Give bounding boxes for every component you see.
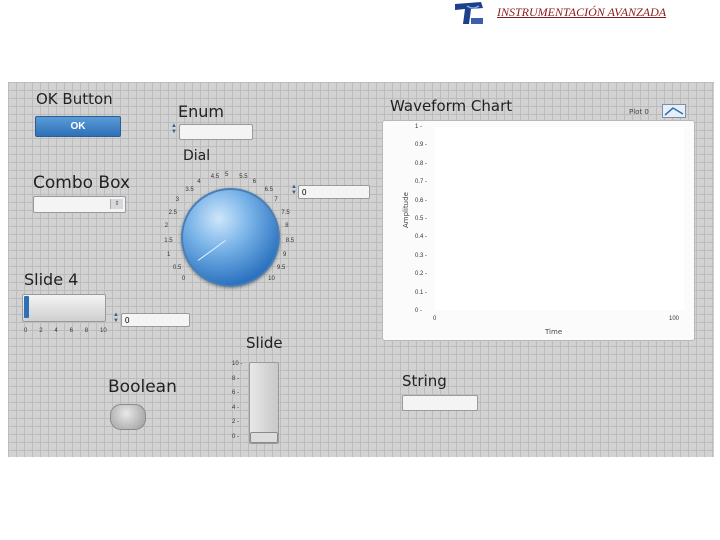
y-tick-label: 0.9 - [415, 142, 428, 149]
y-tick-label: 1 - [415, 124, 423, 130]
slide-tick-label: 6 - [232, 390, 240, 397]
enum-spinner[interactable]: ▲ ▼ [170, 123, 178, 135]
dial-tick-label: 4 [197, 178, 201, 185]
string-label: String [402, 372, 447, 390]
ok-button[interactable]: OK [35, 116, 121, 137]
dial-tick-label: 2.5 [168, 209, 177, 216]
slide-thumb[interactable] [250, 432, 278, 443]
dial-tick-label: 5 [225, 172, 229, 178]
boolean-toggle[interactable] [110, 404, 146, 430]
dial-tick-label: 9 [283, 251, 287, 258]
chart-label: Waveform Chart [390, 97, 513, 115]
boolean-label: Boolean [108, 377, 177, 397]
y-tick-label: 0.8 - [415, 160, 428, 167]
plot-legend-icon[interactable] [662, 104, 686, 118]
y-tick-label: 0.4 - [415, 234, 428, 241]
slide4-track[interactable] [22, 294, 106, 322]
dial-tick-label: 10 [268, 276, 275, 283]
slide4-tick-label: 6 [69, 328, 73, 334]
y-tick-label: 0.5 - [415, 216, 428, 222]
slide-tick-label: 4 - [232, 404, 240, 411]
dial-tick-label: 2 [164, 223, 169, 230]
combo-box-arrow-icon[interactable]: ⇕ [110, 199, 123, 209]
dial-tick-label: 8.5 [285, 237, 295, 244]
dial-tick-label: 3 [175, 197, 179, 204]
y-tick-label: 0.2 - [415, 271, 428, 278]
slide4-tick-label: 0 [24, 328, 28, 334]
dial-tick-label: 9.5 [277, 264, 286, 271]
combo-box-field[interactable]: ⇕ [33, 196, 126, 213]
slide4-tick-label: 2 [39, 328, 43, 334]
dial-tick-label: 3.5 [185, 186, 194, 193]
dial-tick-label: 7 [274, 197, 278, 204]
y-tick-label: 0.3 - [415, 252, 428, 259]
y-tick-label: 0.6 - [415, 197, 428, 204]
dial-tick-label: 1.5 [164, 237, 173, 244]
legend-label: Plot 0 [629, 108, 649, 116]
enum-label: Enum [178, 102, 224, 121]
institution-logo-icon [455, 2, 483, 24]
dial-tick-label: 4.5 [210, 173, 220, 180]
slide4-spinner[interactable]: ▲ ▼ [112, 312, 120, 324]
enum-field[interactable] [179, 124, 253, 140]
combo-box-label: Combo Box [33, 173, 131, 193]
dial-tick-label: 0.5 [172, 264, 182, 271]
dial-value-field[interactable]: 0 [298, 185, 370, 199]
y-tick-label: 0.1 - [415, 289, 428, 296]
slide-label: Slide [246, 334, 283, 352]
slide4-label: Slide 4 [24, 270, 79, 289]
slide4-thumb[interactable] [24, 296, 29, 318]
y-axis-label: Amplitude [402, 192, 410, 228]
y-tick-label: 0 - [415, 308, 423, 314]
slide4-tick-label: 10 [100, 328, 107, 334]
slide4-tick-label: 4 [54, 328, 58, 334]
page-title: INSTRUMENTACIÓN AVANZADA [497, 5, 667, 19]
dial-spinner[interactable]: ▲ ▼ [290, 184, 298, 196]
plot-area[interactable] [435, 127, 684, 310]
x-axis-label: Time [545, 328, 563, 336]
front-panel: OK Button OK Enum ▲ ▼ Dial 0 0.5 1 1.5 2 2.5 3 3… [8, 82, 714, 457]
dial-label: Dial [183, 148, 211, 164]
slide-tick-label: 0 - [232, 434, 240, 440]
dial-tick-label: 1 [166, 251, 171, 258]
dial-knob[interactable] [181, 188, 280, 287]
x-tick-label: 0 [433, 316, 437, 322]
dial-tick-label: 8 [285, 223, 289, 230]
dial-tick-label: 5.5 [239, 173, 248, 180]
dial-tick-label: 7.5 [281, 209, 290, 216]
x-tick-label: 100 [669, 316, 680, 322]
dial-tick-label: 6.5 [264, 186, 273, 193]
slide-tick-label: 10 - [232, 361, 243, 367]
slide4-tick-label: 8 [84, 328, 89, 334]
ok-button-label: OK Button [36, 90, 113, 108]
dial-tick-label: 6 [252, 178, 257, 185]
slide-tick-label: 2 - [232, 419, 240, 426]
slide4-value-field[interactable]: 0 [121, 313, 190, 327]
string-field[interactable] [402, 395, 478, 411]
y-tick-label: 0.7 - [415, 179, 428, 186]
dial-tick-label: 0 [181, 276, 186, 283]
slide-tick-label: 8 - [232, 375, 240, 382]
